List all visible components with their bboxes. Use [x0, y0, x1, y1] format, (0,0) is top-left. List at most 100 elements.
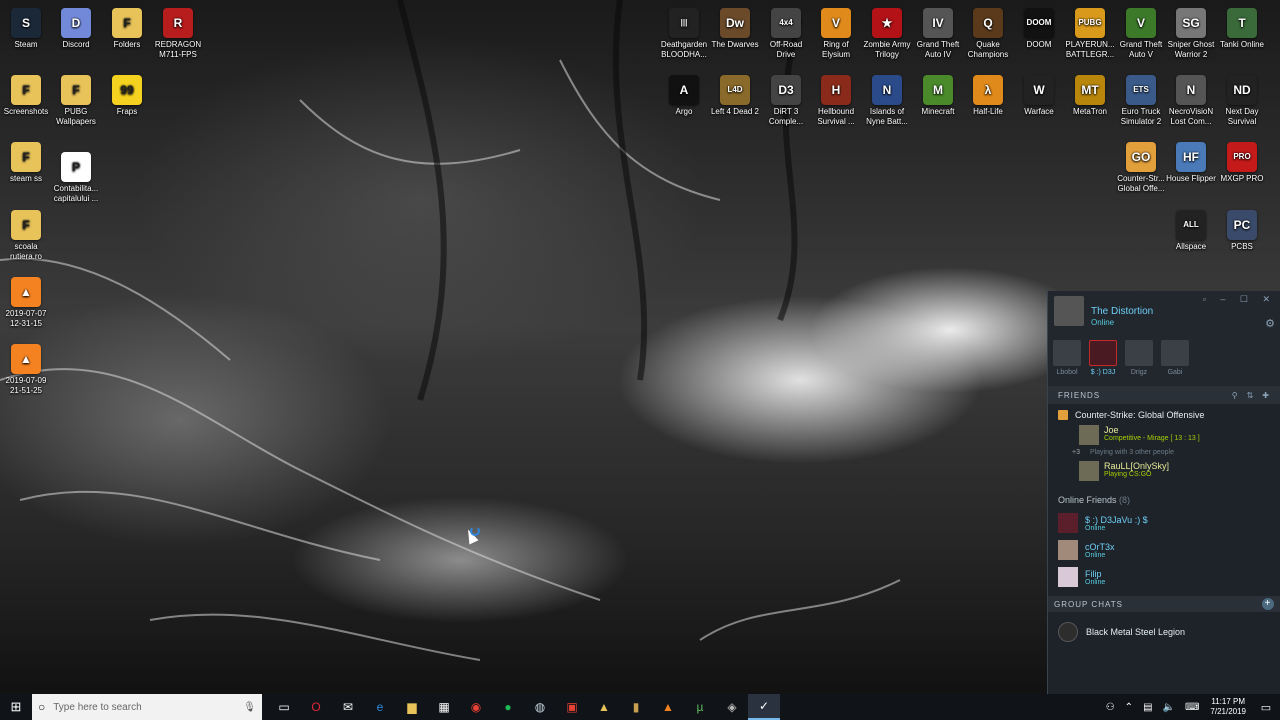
desktop-icon[interactable]: M Minecraft: [912, 75, 964, 117]
desktop-icon[interactable]: DOOM DOOM: [1013, 8, 1065, 50]
desktop-icon[interactable]: PC PCBS: [1216, 210, 1268, 252]
desktop-icon[interactable]: Dw The Dwarves: [709, 8, 761, 50]
vlc-icon[interactable]: ▲: [652, 694, 684, 720]
desktop-icon[interactable]: ||| Deathgarden BLOODHA...: [658, 8, 710, 60]
desktop-icon[interactable]: F Screenshots: [0, 75, 52, 117]
desktop-icon[interactable]: N Islands of Nyne Batt...: [861, 75, 913, 127]
friend-entry[interactable]: cOrT3x Online: [1048, 536, 1280, 563]
user-icon[interactable]: ⚇: [1106, 702, 1115, 713]
recent-chat-item[interactable]: Lbobol: [1052, 340, 1082, 376]
opera-icon[interactable]: O: [300, 694, 332, 720]
sort-icon[interactable]: ⇅: [1247, 391, 1255, 400]
desktop-icon[interactable]: MT MetaTron: [1064, 75, 1116, 117]
spotify-icon[interactable]: ●: [492, 694, 524, 720]
app-icon[interactable]: ▮: [620, 694, 652, 720]
desktop-icon[interactable]: λ Half-Life: [962, 75, 1014, 117]
desktop-icon[interactable]: ▲ 2019-07-09 21-51-25: [0, 344, 52, 396]
desktop-icon[interactable]: T Tanki Online: [1216, 8, 1268, 50]
online-friends-header[interactable]: Online Friends (8): [1048, 481, 1280, 509]
desktop-icon[interactable]: D3 DiRT 3 Comple...: [760, 75, 812, 127]
keyboard-icon[interactable]: ⌨: [1185, 702, 1199, 713]
window-controls[interactable]: ▫ – ☐ ✕: [1203, 294, 1276, 305]
app-icon[interactable]: ▣: [556, 694, 588, 720]
steam-icon[interactable]: ◍: [524, 694, 556, 720]
desktop-icon[interactable]: P Contabilita... capitalului ...: [50, 152, 102, 204]
desktop-icon[interactable]: 4x4 Off-Road Drive: [760, 8, 812, 60]
task-view-icon[interactable]: ▭: [268, 694, 300, 720]
desktop-icon[interactable]: F Folders: [101, 8, 153, 50]
game-group-header[interactable]: Counter-Strike: Global Offensive: [1048, 404, 1280, 420]
volume-icon[interactable]: 🔈: [1163, 702, 1175, 713]
desktop-icon[interactable]: PUBG PLAYERUN... BATTLEGR...: [1064, 8, 1116, 60]
recent-chat-item[interactable]: Gabi: [1160, 340, 1190, 376]
desktop-icon[interactable]: N NecroVisioN Lost Com...: [1165, 75, 1217, 127]
friend-entry[interactable]: RauLL[OnlySky] Playing CS:GO: [1079, 461, 1280, 481]
friend-entry[interactable]: $ :) D3JaVu :) $ Online: [1048, 509, 1280, 536]
friend-entry[interactable]: Filip Online: [1048, 563, 1280, 590]
desktop-icon[interactable]: HF House Flipper: [1165, 142, 1217, 184]
add-group-chat-icon[interactable]: +: [1262, 598, 1274, 610]
app-icon: N: [872, 75, 902, 105]
friends-header-area: The Distortion Online ▫ – ☐ ✕ ⚙ Lbobol $…: [1048, 291, 1280, 386]
desktop-icon[interactable]: SG Sniper Ghost Warrior 2: [1165, 8, 1217, 60]
desktop-icon[interactable]: GO Counter-Str... Global Offe...: [1115, 142, 1167, 194]
desktop-icon[interactable]: W Warface: [1013, 75, 1065, 117]
chrome-icon[interactable]: ◉: [460, 694, 492, 720]
desktop-icon[interactable]: ND Next Day Survival: [1216, 75, 1268, 127]
utorrent-icon[interactable]: µ: [684, 694, 716, 720]
desktop-icon-label: Ring of Elysium: [821, 40, 850, 59]
desktop-icon[interactable]: V Grand Theft Auto V: [1115, 8, 1167, 60]
taskbar-search[interactable]: ○ Type here to search 🎙: [32, 694, 262, 720]
desktop-icon[interactable]: ETS Euro Truck Simulator 2: [1115, 75, 1167, 127]
clock[interactable]: 11:17 PM 7/21/2019: [1210, 697, 1246, 717]
desktop-icon[interactable]: L4D Left 4 Dead 2: [709, 75, 761, 117]
gear-icon[interactable]: ⚙: [1265, 317, 1275, 330]
mail-icon[interactable]: ✉: [332, 694, 364, 720]
app-icon: W: [1024, 75, 1054, 105]
desktop-icon[interactable]: 99 Fraps: [101, 75, 153, 117]
clock-time: 11:17 PM: [1211, 697, 1246, 706]
desktop-icon[interactable]: V Ring of Elysium: [810, 8, 862, 60]
search-icon[interactable]: ⚲: [1232, 391, 1239, 400]
desktop-icon[interactable]: Fscoala rutiera.ro: [0, 210, 52, 262]
desktop-icon[interactable]: ★ Zombie Army Trilogy: [861, 8, 913, 60]
user-name[interactable]: The Distortion: [1091, 306, 1153, 317]
desktop-icon-label: Minecraft: [921, 107, 955, 116]
microphone-icon[interactable]: 🎙: [243, 702, 256, 713]
desktop-icon[interactable]: ALL Allspace: [1165, 210, 1217, 252]
group-chat-item[interactable]: Black Metal Steel Legion: [1048, 612, 1280, 652]
desktop-icon[interactable]: F PUBG Wallpapers: [50, 75, 102, 127]
desktop-icon[interactable]: PRO MXGP PRO: [1216, 142, 1268, 184]
add-friend-icon[interactable]: ✚: [1262, 391, 1270, 400]
search-input[interactable]: Type here to search: [53, 702, 243, 713]
desktop-icon[interactable]: ▲ 2019-07-07 12-31-15: [0, 277, 52, 329]
user-avatar[interactable]: [1054, 296, 1084, 326]
network-icon[interactable]: ▤: [1143, 702, 1152, 713]
file-explorer-icon[interactable]: ▆: [396, 694, 428, 720]
desktop-icon[interactable]: R REDRAGON M711-FPS: [152, 8, 204, 60]
recent-chat-item[interactable]: $ :) D3J: [1088, 340, 1118, 376]
desktop-icon[interactable]: Q Quake Champions: [962, 8, 1014, 60]
windows-start-icon[interactable]: ⊞: [0, 694, 32, 720]
store-icon[interactable]: ▦: [428, 694, 460, 720]
desktop-icon[interactable]: S Steam: [0, 8, 52, 50]
desktop-icon[interactable]: D Discord: [50, 8, 102, 50]
friend-entry[interactable]: Joe Competitive - Mirage [ 13 : 13 ]: [1079, 425, 1280, 445]
desktop-icon-label: Islands of Nyne Batt...: [866, 107, 908, 126]
app-icon[interactable]: ▲: [588, 694, 620, 720]
party-more[interactable]: +3 Playing with 3 other people: [1072, 449, 1280, 456]
group-chats-bar[interactable]: GROUP CHATS +: [1048, 596, 1280, 612]
desktop-icon-label: Grand Theft Auto IV: [916, 40, 960, 59]
app-icon[interactable]: ◈: [716, 694, 748, 720]
desktop-icon[interactable]: A Argo: [658, 75, 710, 117]
recent-chat-item[interactable]: Drigz: [1124, 340, 1154, 376]
notifications-icon[interactable]: ▭: [1252, 701, 1280, 714]
edge-icon[interactable]: e: [364, 694, 396, 720]
desktop-icon-label: MetaTron: [1073, 107, 1107, 116]
steam-friends-icon[interactable]: ✓: [748, 694, 780, 720]
desktop-icon[interactable]: Fsteam ss: [0, 142, 52, 184]
chevron-up-icon[interactable]: ⌃: [1125, 702, 1133, 713]
desktop-icon[interactable]: IV Grand Theft Auto IV: [912, 8, 964, 60]
desktop-icon[interactable]: H Hellbound Survival ...: [810, 75, 862, 127]
desktop-icon-label: DiRT 3 Comple...: [768, 107, 804, 126]
